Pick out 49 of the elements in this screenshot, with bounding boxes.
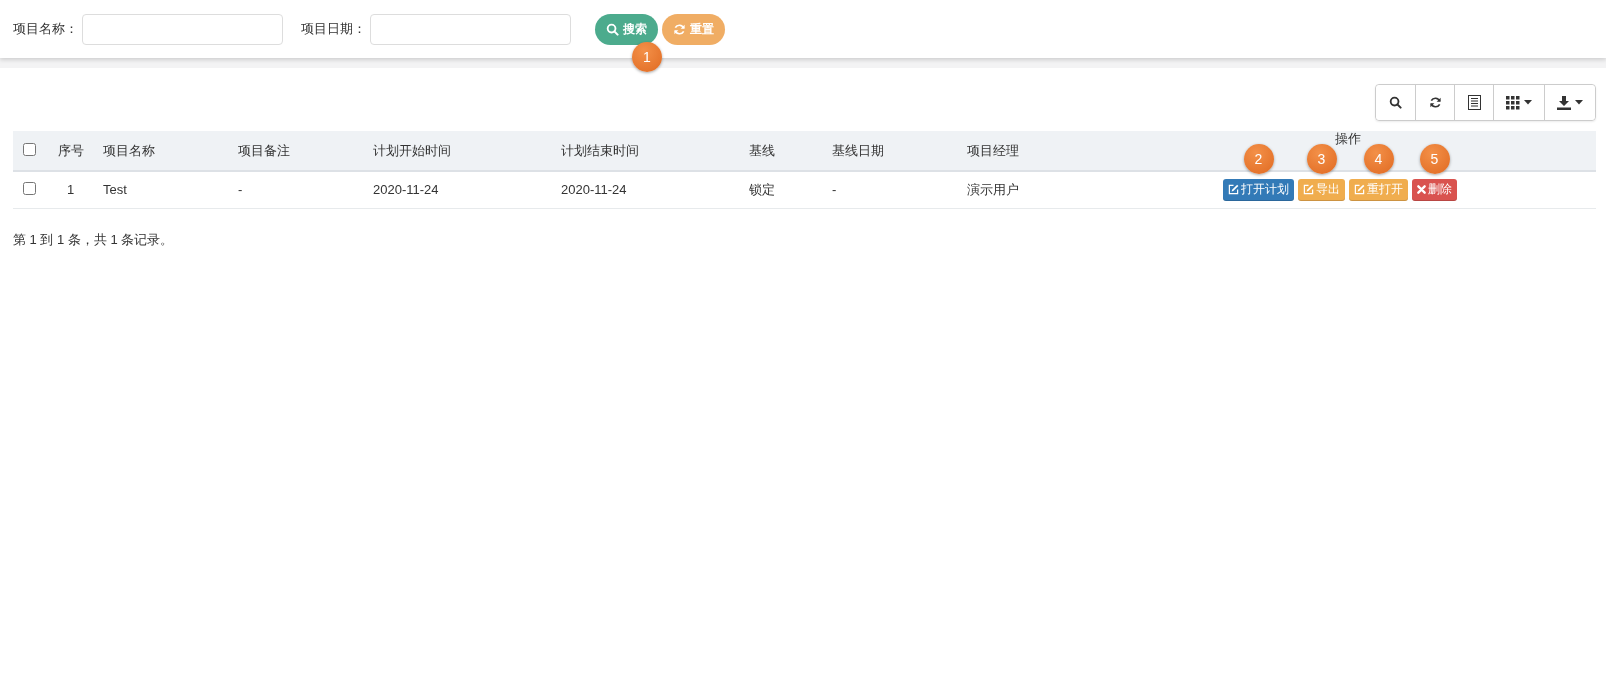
refresh-icon [673,22,686,36]
search-button[interactable]: 搜索 [595,13,658,45]
column-header: 项目经理 [967,142,1019,158]
list-button[interactable] [1454,85,1493,120]
edit-icon [1228,184,1239,196]
table-cell: 演示用户 [967,181,1019,197]
caret-icon [1575,100,1583,105]
table-cell: 锁定 [749,181,775,197]
table-cell: Test [103,182,127,198]
columns-button[interactable] [1493,85,1544,120]
edit-icon [1303,184,1314,196]
action-button[interactable]: 打开计划 [1223,178,1294,201]
search-button[interactable] [1376,85,1415,120]
column-header: 计划开始时间 [373,142,451,158]
column-header: 基线日期 [832,142,884,158]
search-icon [606,22,619,36]
input-field[interactable] [82,13,283,45]
table-cell: 2020-11-24 [373,182,439,198]
column-header: 序号 [57,142,84,158]
column-header: 项目名称 [103,142,155,158]
input-field[interactable] [370,13,571,45]
reset-button[interactable]: 重置 [662,13,725,45]
edit-icon [1354,184,1365,196]
action-button[interactable]: 重打开 [1349,178,1408,201]
checkbox[interactable] [23,142,36,156]
close-icon [1417,185,1426,195]
table-cell: 1 [66,182,75,198]
grid-icon [1506,95,1520,110]
delete-button[interactable]: 删除 [1412,178,1457,201]
column-header: 操作 [1335,130,1361,146]
table-cell: - [832,182,837,198]
list-icon [1467,95,1481,110]
refresh-button[interactable] [1415,85,1454,120]
callout-badge: 1 [632,41,662,72]
table-cell: 2020-11-24 [561,182,627,198]
field-label: 项目日期： [301,20,366,38]
download-icon [1557,95,1571,110]
pagination-summary: 第 1 到 1 条，共 1 条记录。 [13,230,175,249]
field-label: 项目名称： [13,20,78,38]
caret-icon [1524,100,1532,105]
column-header: 项目备注 [238,142,290,158]
refresh-icon [1428,96,1442,109]
table-cell: - [238,182,243,198]
column-header: 基线 [749,142,775,158]
search-icon [1389,96,1402,109]
column-header: 计划结束时间 [561,142,639,158]
export-button[interactable] [1544,85,1595,120]
action-button[interactable]: 导出 [1298,178,1345,201]
checkbox[interactable] [23,181,36,195]
